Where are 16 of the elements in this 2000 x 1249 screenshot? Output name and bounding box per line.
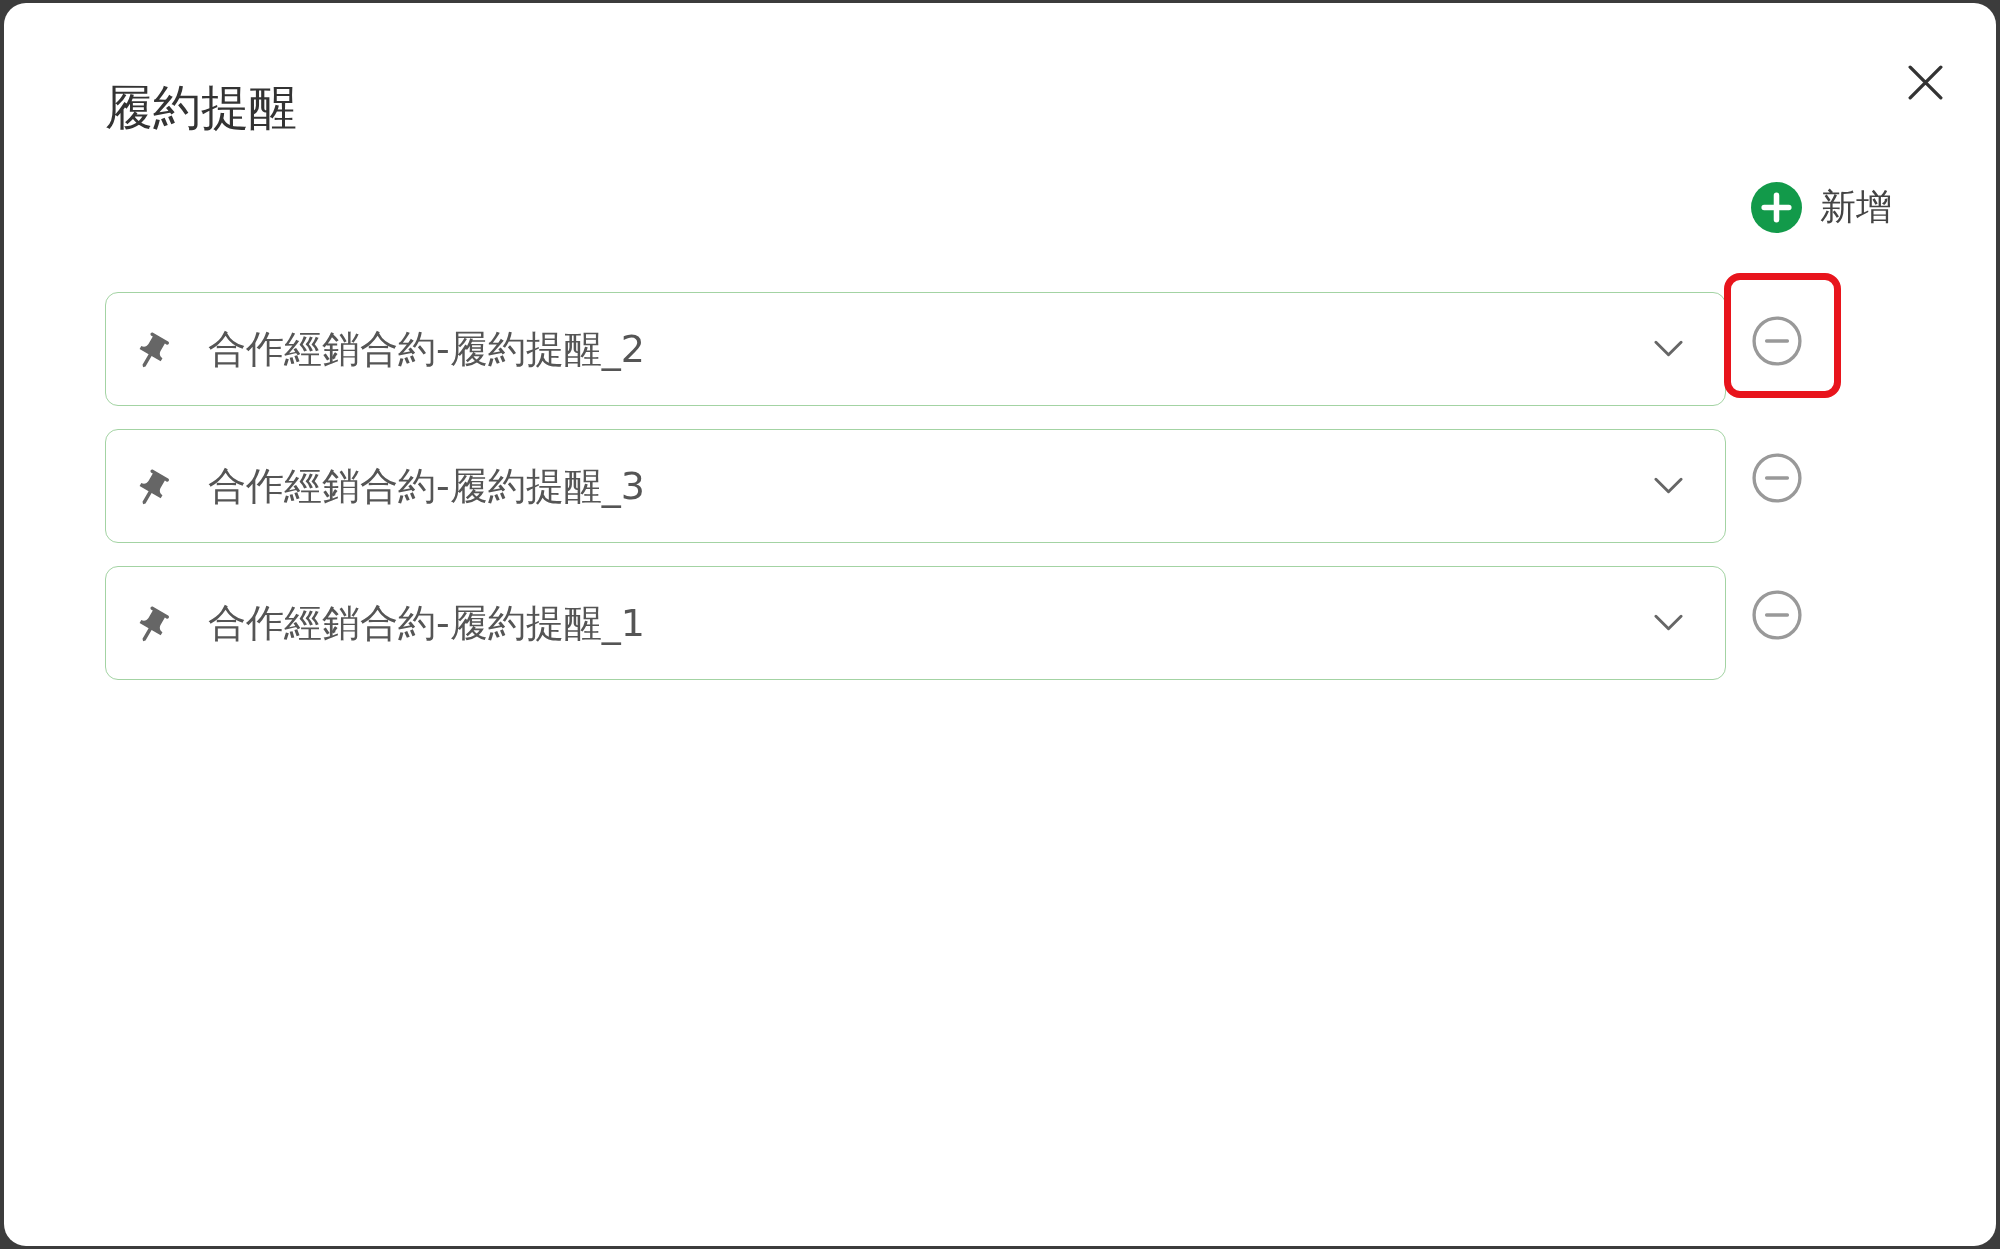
- chevron-down-icon[interactable]: [1654, 614, 1683, 632]
- remove-icon[interactable]: [1752, 590, 1802, 640]
- reminder-select[interactable]: 合作經銷合約-履約提醒_3: [105, 429, 1726, 543]
- chevron-down-icon[interactable]: [1654, 340, 1683, 358]
- dialog-title: 履約提醒: [105, 78, 297, 136]
- pushpin-icon: [139, 330, 170, 368]
- reminder-select[interactable]: 合作經銷合約-履約提醒_1: [105, 566, 1726, 680]
- reminder-select[interactable]: 合作經銷合約-履約提醒_2: [105, 292, 1726, 406]
- pushpin-icon: [139, 467, 170, 505]
- remove-icon[interactable]: [1752, 453, 1802, 503]
- close-icon[interactable]: [1908, 65, 1943, 100]
- add-button[interactable]: 新增: [1751, 182, 1892, 233]
- plus-circle-icon: [1751, 182, 1802, 233]
- remove-icon[interactable]: [1752, 316, 1802, 366]
- chevron-down-icon[interactable]: [1654, 477, 1683, 495]
- pushpin-icon: [139, 604, 170, 642]
